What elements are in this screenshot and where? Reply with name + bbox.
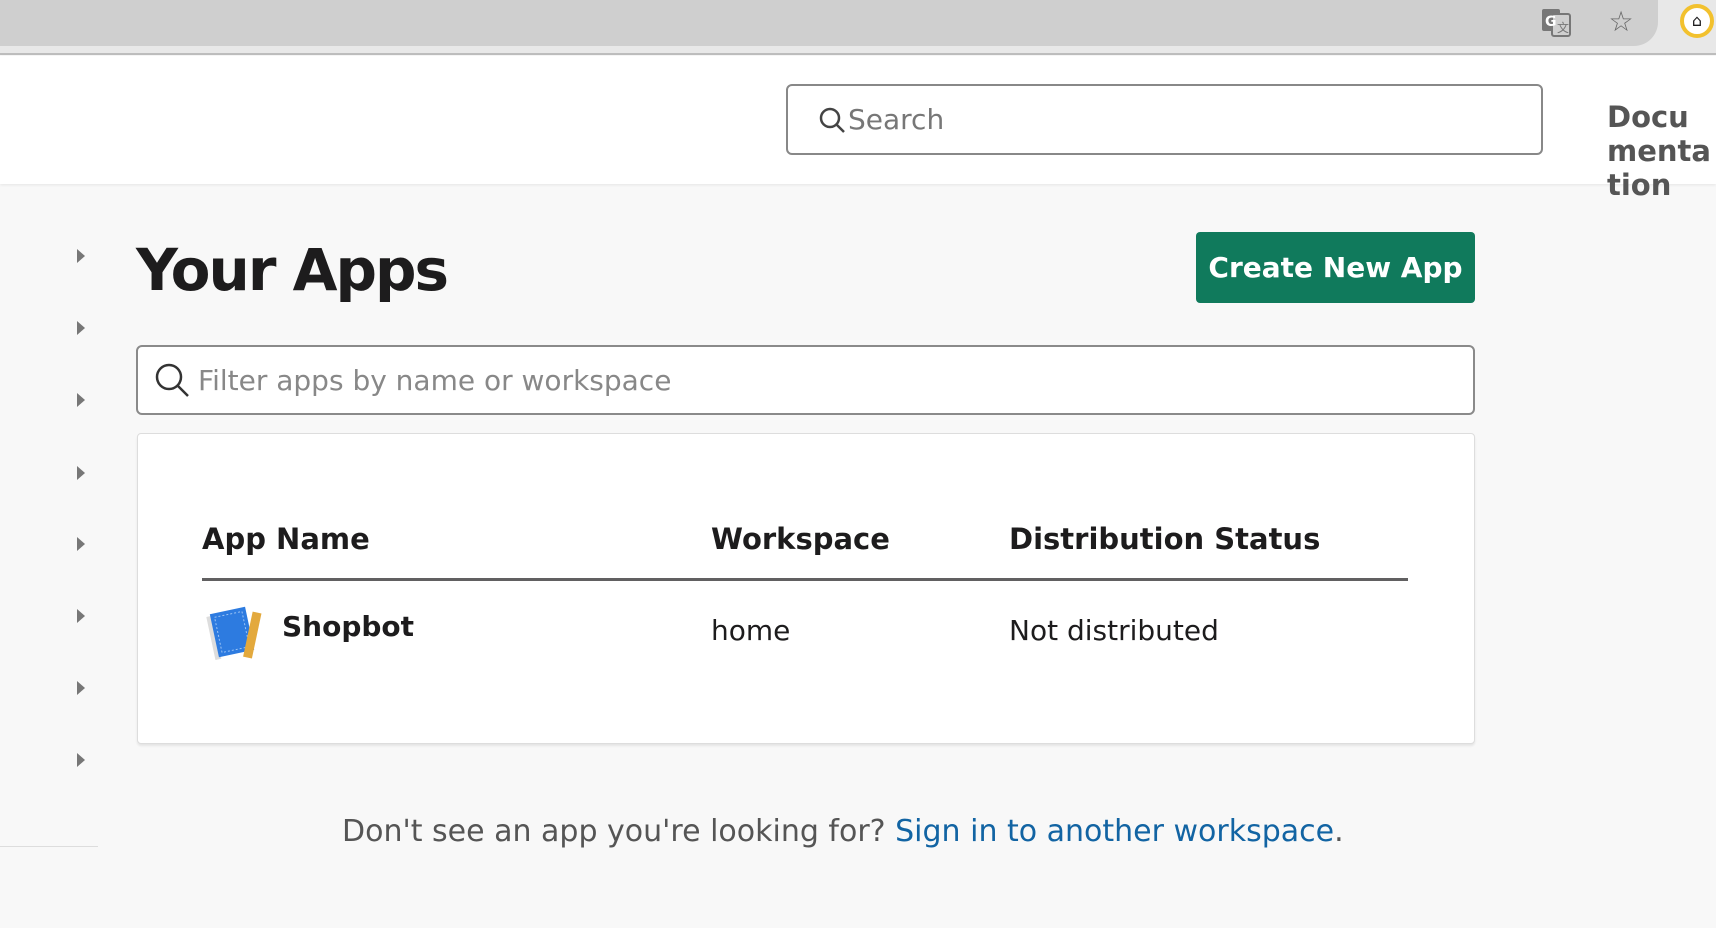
app-name-link[interactable]: Shopbot <box>282 610 414 643</box>
browser-toolbar: G文 ☆ ⌂ <box>0 0 1716 55</box>
create-new-app-button[interactable]: Create New App <box>1196 232 1475 303</box>
sidebar-expand-icon[interactable] <box>77 609 85 623</box>
top-header: Search Documentation <box>0 56 1716 202</box>
footer-text: Don't see an app you're looking for? <box>342 814 886 849</box>
translate-icon[interactable]: G文 <box>1540 6 1572 38</box>
filter-apps-input[interactable] <box>198 363 1398 397</box>
footer-suffix: . <box>1334 814 1344 849</box>
footer-message: Don't see an app you're looking for? Sig… <box>342 814 1344 849</box>
sidebar-expand-icon[interactable] <box>77 249 85 263</box>
extension-home-icon[interactable]: ⌂ <box>1680 4 1714 38</box>
page-title: Your Apps <box>136 236 449 304</box>
search-placeholder: Search <box>848 103 945 136</box>
column-header-workspace: Workspace <box>711 522 890 556</box>
sidebar-expand-icon[interactable] <box>77 537 85 551</box>
filter-apps-field[interactable] <box>136 345 1475 415</box>
search-icon <box>155 363 189 397</box>
search-icon <box>819 107 845 133</box>
documentation-link[interactable]: Documentation <box>1607 100 1716 202</box>
svg-text:G: G <box>1545 14 1557 30</box>
app-workspace: home <box>711 614 791 647</box>
sidebar-expand-icon[interactable] <box>77 753 85 767</box>
column-header-app-name: App Name <box>202 522 370 556</box>
app-distribution-status: Not distributed <box>1009 614 1219 647</box>
column-header-distribution-status: Distribution Status <box>1009 522 1321 556</box>
sidebar-expand-icon[interactable] <box>77 321 85 335</box>
app-icon <box>206 606 262 660</box>
search-input[interactable]: Search <box>786 84 1543 155</box>
svg-text:文: 文 <box>1557 20 1569 35</box>
sign-in-another-workspace-link[interactable]: Sign in to another workspace <box>895 814 1334 849</box>
sidebar-divider <box>0 846 98 847</box>
sidebar-expand-icon[interactable] <box>77 466 85 480</box>
apps-table: App Name Workspace Distribution Status S… <box>137 433 1475 744</box>
bookmark-star-icon[interactable]: ☆ <box>1605 6 1637 38</box>
address-bar[interactable] <box>0 0 1658 46</box>
sidebar-expand-icon[interactable] <box>77 393 85 407</box>
sidebar-expand-icon[interactable] <box>77 681 85 695</box>
header-divider <box>202 578 1408 581</box>
